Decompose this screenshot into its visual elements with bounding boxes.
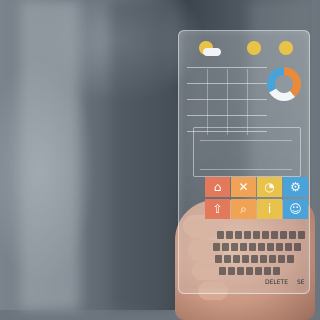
- keyboard-key[interactable]: [255, 267, 262, 275]
- keyboard-key[interactable]: [267, 243, 274, 251]
- keyboard-key[interactable]: [224, 255, 231, 263]
- keyboard-key[interactable]: [269, 255, 276, 263]
- keyboard-key[interactable]: [246, 267, 253, 275]
- keyboard-key[interactable]: [242, 255, 249, 263]
- transparent-phone: ⌂ ✕ ◔ ⚙ ⇧ ⌕ i ☺ DELETE SE: [178, 30, 310, 294]
- keyboard-key[interactable]: [273, 267, 280, 275]
- donut-chart-center: [275, 75, 293, 93]
- share-icon: ⇧: [212, 202, 223, 216]
- tools-icon: ✕: [238, 180, 249, 194]
- keyboard-row: [217, 231, 305, 240]
- donut-chart: [267, 67, 301, 101]
- keyboard-key[interactable]: [276, 243, 283, 251]
- search-icon: ⌕: [240, 202, 247, 216]
- keyboard-key[interactable]: [235, 231, 242, 239]
- weather-row: [189, 39, 299, 59]
- keyboard-key[interactable]: [258, 243, 265, 251]
- cloud-icon: [203, 48, 221, 56]
- keyboard-key[interactable]: [228, 267, 235, 275]
- keyboard-key[interactable]: [298, 231, 305, 239]
- sun-icon: [279, 41, 293, 55]
- keyboard-key[interactable]: [213, 243, 220, 251]
- app-tile-grid: ⌂ ✕ ◔ ⚙ ⇧ ⌕ i ☺: [205, 177, 309, 221]
- keyboard-key[interactable]: [294, 243, 301, 251]
- user-icon: ☺: [289, 202, 302, 216]
- technical-drawing-detail: [200, 140, 292, 170]
- keyboard-key[interactable]: [215, 255, 222, 263]
- keyboard-key[interactable]: [264, 267, 271, 275]
- keyboard-key[interactable]: [240, 243, 247, 251]
- partly-cloudy-icon: [197, 39, 221, 56]
- keyboard-key[interactable]: [278, 255, 285, 263]
- data-table: [187, 65, 267, 135]
- keyboard-key[interactable]: [233, 255, 240, 263]
- info-tile[interactable]: i: [257, 199, 282, 219]
- keyboard-key[interactable]: [219, 267, 226, 275]
- keyboard-key[interactable]: [222, 243, 229, 251]
- on-screen-keyboard[interactable]: DELETE SE: [209, 227, 307, 289]
- share-tile[interactable]: ⇧: [205, 199, 230, 219]
- keyboard-key[interactable]: [226, 231, 233, 239]
- keyboard-row: [213, 243, 301, 252]
- user-tile[interactable]: ☺: [283, 199, 308, 219]
- tools-tile[interactable]: ✕: [231, 177, 256, 197]
- sun-icon: [247, 41, 261, 55]
- settings-tile[interactable]: ⚙: [283, 177, 308, 197]
- search-tile[interactable]: ⌕: [231, 199, 256, 219]
- keyboard-key[interactable]: [271, 231, 278, 239]
- keyboard-key[interactable]: [287, 255, 294, 263]
- table-column-rule: [247, 69, 248, 135]
- keyboard-key[interactable]: [260, 255, 267, 263]
- keyboard-key[interactable]: [285, 243, 292, 251]
- delete-key[interactable]: DELETE: [265, 279, 288, 286]
- dashboard-icon: ◔: [264, 180, 275, 194]
- send-key[interactable]: SE: [297, 279, 305, 286]
- keyboard-row: [219, 267, 280, 276]
- keyboard-key[interactable]: [217, 231, 224, 239]
- keyboard-key[interactable]: [253, 231, 260, 239]
- home-tile[interactable]: ⌂: [205, 177, 230, 197]
- background-column-left: [20, 0, 80, 310]
- keyboard-key[interactable]: [289, 231, 296, 239]
- settings-icon: ⚙: [290, 180, 301, 194]
- background-column-mid: [110, 0, 170, 310]
- keyboard-key[interactable]: [251, 255, 258, 263]
- info-icon: i: [267, 202, 272, 216]
- keyboard-key[interactable]: [237, 267, 244, 275]
- keyboard-row: [215, 255, 294, 264]
- dashboard-tile[interactable]: ◔: [257, 177, 282, 197]
- table-column-rule: [207, 69, 208, 135]
- keyboard-key[interactable]: [231, 243, 238, 251]
- keyboard-key[interactable]: [249, 243, 256, 251]
- keyboard-key[interactable]: [262, 231, 269, 239]
- keyboard-key[interactable]: [280, 231, 287, 239]
- keyboard-key[interactable]: [244, 231, 251, 239]
- table-column-rule: [227, 69, 228, 135]
- home-icon: ⌂: [213, 180, 222, 194]
- table-rule: [187, 67, 267, 68]
- technical-drawing: [193, 127, 301, 177]
